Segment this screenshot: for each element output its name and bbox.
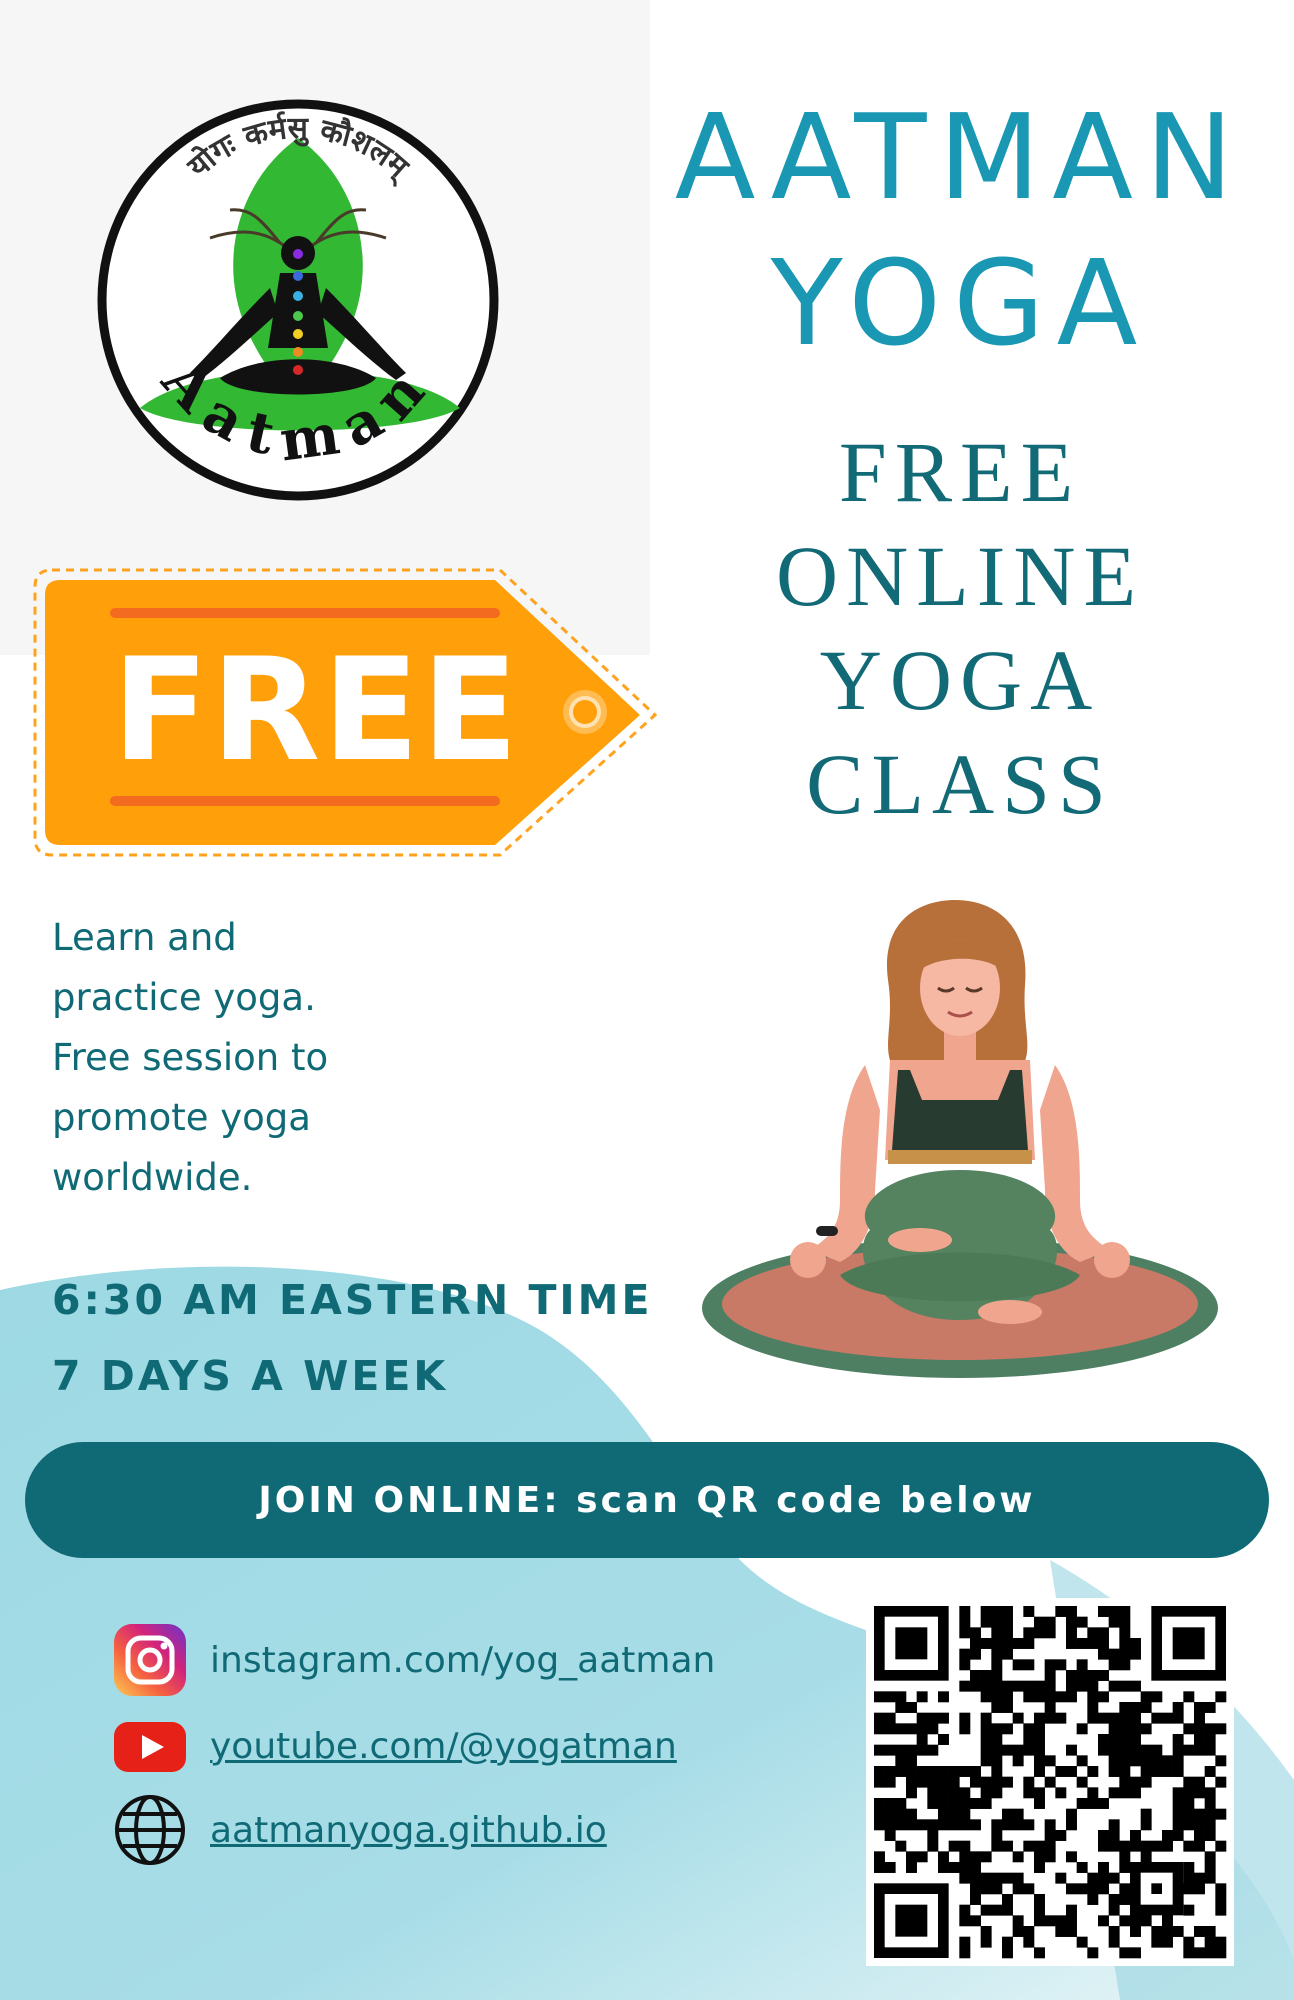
youtube-link[interactable]: youtube.com/@yogatman xyxy=(112,1706,677,1786)
description-line-1: Learn and xyxy=(52,916,237,959)
youtube-icon xyxy=(114,1722,186,1772)
qr-code-icon xyxy=(874,1606,1227,1959)
headline-line-2: ONLINE xyxy=(775,528,1145,624)
description-line-4: promote yoga xyxy=(52,1096,311,1139)
brand-line-1: AATMAN xyxy=(674,88,1246,226)
description-line-2: practice yoga. xyxy=(52,976,316,1019)
instagram-link[interactable]: instagram.com/yog_aatman xyxy=(112,1620,715,1700)
instagram-icon xyxy=(114,1624,186,1696)
free-tag-label: FREE xyxy=(112,628,521,793)
schedule-time: 6:30 AM EASTERN TIME xyxy=(52,1276,653,1324)
aatman-logo: योगः कर्मसु कौशलम् Aatman xyxy=(97,99,499,501)
description-line-5: worldwide. xyxy=(52,1156,253,1199)
join-online-banner: JOIN ONLINE: scan QR code below xyxy=(25,1442,1269,1558)
globe-icon xyxy=(115,1795,185,1865)
headline-line-4: CLASS xyxy=(806,736,1114,832)
website-link[interactable]: aatmanyoga.github.io xyxy=(112,1790,607,1870)
headline-line-1: FREE xyxy=(838,424,1082,520)
schedule-days: 7 DAYS A WEEK xyxy=(52,1352,449,1400)
headline-line-3: YOGA xyxy=(819,632,1101,728)
description-line-3: Free session to xyxy=(52,1036,329,1079)
youtube-link-text[interactable]: youtube.com/@yogatman xyxy=(210,1726,677,1767)
qr-code[interactable] xyxy=(866,1598,1234,1966)
instagram-link-text[interactable]: instagram.com/yog_aatman xyxy=(210,1640,715,1681)
woman-meditating-icon xyxy=(702,900,1218,1378)
brand-line-2: YOGA xyxy=(770,234,1150,372)
join-online-label: JOIN ONLINE: scan QR code below xyxy=(258,1479,1036,1521)
website-link-text[interactable]: aatmanyoga.github.io xyxy=(210,1810,607,1851)
